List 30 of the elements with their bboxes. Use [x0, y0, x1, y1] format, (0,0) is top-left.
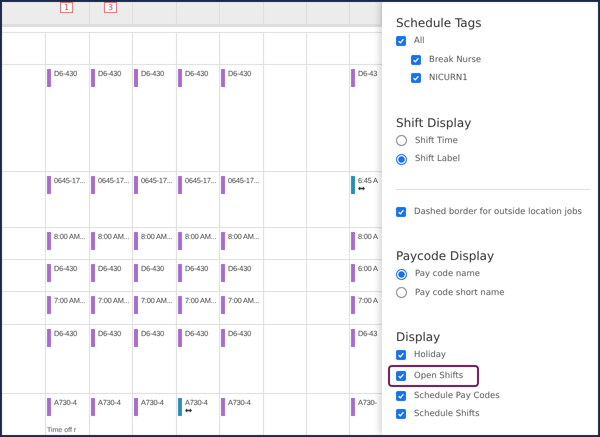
- day-badge: 3: [104, 2, 118, 13]
- radio-button[interactable]: [396, 268, 407, 280]
- radio-button[interactable]: [396, 135, 407, 146]
- option-label: Open Shifts: [414, 370, 464, 380]
- option-label: Dashed border for outside location jobs: [414, 206, 582, 217]
- section-title: Display: [396, 330, 442, 344]
- option-label: Shift Time: [415, 136, 458, 146]
- checkbox[interactable]: [396, 350, 406, 360]
- section-title: Shift Display: [396, 116, 472, 130]
- section-title: Schedule Tags: [396, 16, 483, 30]
- checkbox[interactable]: [396, 409, 406, 420]
- option-label: Schedule Pay Codes: [414, 390, 500, 401]
- option-label: Schedule Shifts: [414, 409, 480, 420]
- option-label: NICURN1: [429, 73, 468, 84]
- checkbox[interactable]: [396, 206, 406, 217]
- option-label: Pay code short name: [415, 288, 505, 298]
- day-badge: 1: [60, 2, 74, 13]
- option-label: Break Nurse: [429, 54, 482, 65]
- option-label: Shift Label: [415, 154, 460, 164]
- checkbox[interactable]: [396, 36, 406, 46]
- checkbox[interactable]: [411, 54, 421, 65]
- option-label: Pay code name: [415, 269, 480, 280]
- option-label: Holiday: [414, 350, 446, 360]
- section-title: Paycode Display: [396, 249, 496, 263]
- option-label: All: [414, 36, 425, 46]
- radio-button[interactable]: [396, 287, 407, 298]
- radio-button[interactable]: [396, 154, 407, 165]
- checkbox[interactable]: [411, 73, 421, 84]
- checkbox[interactable]: [396, 390, 406, 401]
- checkbox[interactable]: [396, 370, 406, 380]
